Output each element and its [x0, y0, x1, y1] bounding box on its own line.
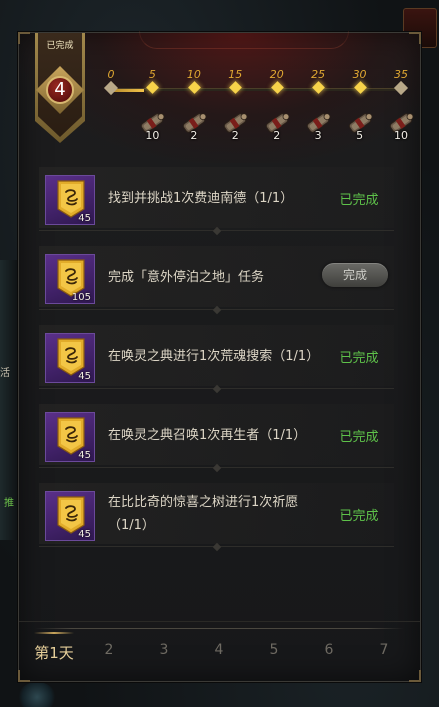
task-description: 在唤灵之典进行1次荒魂搜索（1/1） — [108, 348, 320, 364]
task-reward[interactable]: 45 — [45, 175, 95, 225]
milestone-reward-count: 5 — [356, 129, 364, 142]
milestone-threshold: 30 — [352, 68, 367, 81]
completed-label: 已完成 — [46, 41, 74, 51]
milestone-threshold: 0 — [107, 68, 115, 81]
tab-day-1[interactable]: 第1天 — [29, 642, 79, 663]
milestone-threshold: 20 — [269, 68, 284, 81]
task-description: 完成「意外停泊之地」任务 — [108, 269, 265, 285]
tab-day-2[interactable]: 2 — [84, 642, 134, 658]
day-tabs: 第1天 2 3 4 5 6 7 — [19, 621, 420, 681]
milestone-threshold: 5 — [148, 68, 156, 81]
complete-button[interactable]: 完成 — [322, 263, 388, 287]
status-completed: 已完成 — [339, 350, 379, 366]
tab-day-4[interactable]: 4 — [194, 642, 244, 658]
status-completed: 已完成 — [339, 192, 379, 208]
milestone-reward-count: 2 — [231, 129, 239, 142]
task-reward[interactable]: 45 — [45, 491, 95, 541]
progress-value: 4 — [46, 76, 74, 104]
milestone-reward-count: 10 — [394, 129, 408, 142]
task-row: 45 在唤灵之典进行1次荒魂搜索（1/1） 已完成 — [39, 323, 394, 389]
reward-count: 45 — [78, 371, 91, 382]
milestone-threshold: 25 — [311, 68, 326, 81]
task-row: 45 找到并挑战1次费迪南德（1/1） 已完成 — [39, 165, 394, 231]
task-description: 在比比奇的惊喜之树进行1次祈愿（1/1） — [108, 495, 299, 533]
panel-ornament — [139, 31, 349, 49]
background-edge-text: 活 — [0, 368, 10, 379]
task-reward[interactable]: 45 — [45, 412, 95, 462]
tab-day-5[interactable]: 5 — [249, 642, 299, 658]
reward-count: 45 — [78, 213, 91, 224]
task-row: 45 在比比奇的惊喜之树进行1次祈愿（1/1） 已完成 — [39, 481, 394, 547]
background-orb-icon — [18, 682, 56, 707]
milestone-reward-count: 2 — [190, 129, 198, 142]
reward-count: 45 — [78, 450, 91, 461]
tabs-divider — [35, 628, 404, 629]
task-description: 找到并挑战1次费迪南德（1/1） — [108, 190, 294, 206]
task-row: 105 完成「意外停泊之地」任务 完成 — [39, 244, 394, 310]
task-reward[interactable]: 105 — [45, 254, 95, 304]
active-tab-indicator — [34, 632, 74, 634]
milestone-reward-count: 2 — [273, 129, 281, 142]
tab-day-6[interactable]: 6 — [304, 642, 354, 658]
tab-day-3[interactable]: 3 — [139, 642, 189, 658]
panel-corner — [409, 32, 421, 44]
milestone-threshold: 35 — [394, 68, 408, 81]
background-edge-text-green: 推 — [4, 498, 14, 509]
milestone-reward-count: 3 — [314, 129, 322, 142]
tab-day-7[interactable]: 7 — [359, 642, 409, 658]
panel-corner — [18, 32, 30, 44]
task-reward[interactable]: 45 — [45, 333, 95, 383]
milestone-threshold: 15 — [228, 68, 243, 81]
task-description: 在唤灵之典召唤1次再生者（1/1） — [108, 427, 307, 443]
task-row: 45 在唤灵之典召唤1次再生者（1/1） 已完成 — [39, 402, 394, 468]
milestone-threshold: 10 — [186, 68, 201, 81]
status-completed: 已完成 — [339, 429, 379, 445]
daily-task-panel: 已完成 4 0 5 10 10 2 15 2 20 2 25 3 30 5 35 10 45 找到并挑战1次费… — [18, 31, 421, 682]
milestone-reward-count: 10 — [145, 129, 160, 142]
reward-count: 45 — [78, 529, 91, 540]
reward-count: 105 — [71, 292, 91, 303]
status-completed: 已完成 — [339, 508, 379, 524]
